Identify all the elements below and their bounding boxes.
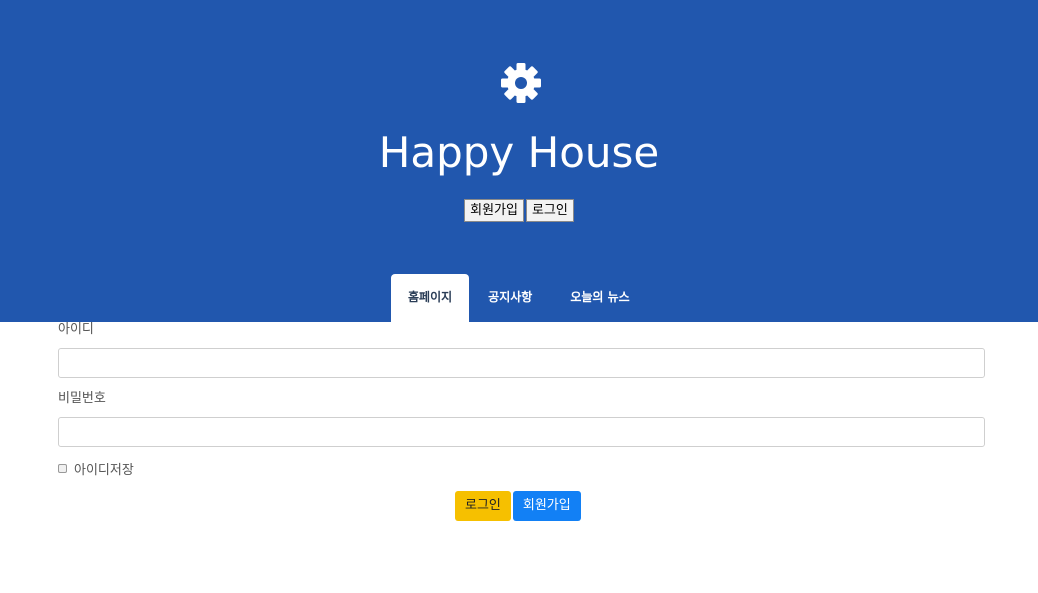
header-signup-button[interactable]: 회원가입 <box>464 199 524 222</box>
header-login-button[interactable]: 로그인 <box>525 199 574 222</box>
header-banner: Happy House 회원가입 로그인 홈페이지 공지사항 오늘의 뉴스 <box>0 0 1038 322</box>
site-title: Happy House <box>378 128 660 177</box>
id-label: 아이디 <box>58 322 94 337</box>
tab-news[interactable]: 오늘의 뉴스 <box>551 274 648 322</box>
gear-icon <box>501 63 541 103</box>
remember-id-checkbox[interactable] <box>58 464 67 473</box>
password-input[interactable] <box>58 417 985 447</box>
password-label: 비밀번호 <box>58 391 106 406</box>
tab-home[interactable]: 홈페이지 <box>391 274 470 322</box>
remember-id: 아이디저장 <box>58 459 134 478</box>
id-input[interactable] <box>58 348 985 378</box>
tab-notice[interactable]: 공지사항 <box>469 274 551 322</box>
signup-button[interactable]: 회원가입 <box>512 491 581 521</box>
remember-id-label: 아이디저장 <box>74 463 134 478</box>
login-button[interactable]: 로그인 <box>455 491 511 521</box>
form-button-group: 로그인 회원가입 <box>455 491 581 521</box>
nav-tabs: 홈페이지 공지사항 오늘의 뉴스 <box>391 274 649 322</box>
login-form: 아이디 비밀번호 <box>58 322 985 447</box>
header-button-group: 회원가입 로그인 <box>0 199 1038 222</box>
